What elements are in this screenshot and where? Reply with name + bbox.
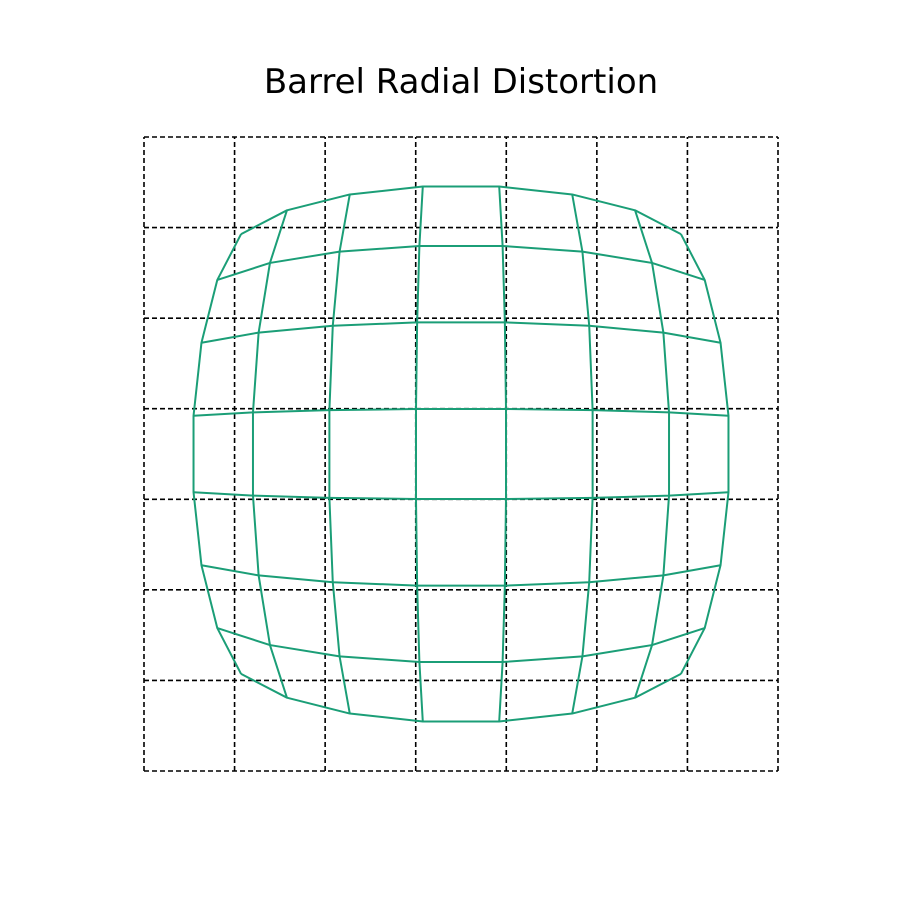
distorted-vline-3	[415, 186, 424, 722]
distorted-hline-3	[193, 491, 729, 500]
distorted-vline-6	[634, 210, 671, 698]
distorted-vline-4	[498, 186, 507, 722]
distorted-grid	[192, 185, 730, 723]
distorted-hline-5	[201, 321, 721, 344]
distorted-hline-1	[217, 627, 705, 664]
distorted-hline-2	[201, 564, 721, 587]
distorted-vline-5	[571, 194, 594, 714]
reference-grid	[143, 136, 779, 772]
plot-area	[143, 136, 779, 772]
distorted-hline-4	[193, 408, 729, 417]
distorted-vline-1	[251, 210, 288, 698]
distorted-hline-6	[217, 244, 705, 281]
distorted-vline-2	[328, 194, 351, 714]
